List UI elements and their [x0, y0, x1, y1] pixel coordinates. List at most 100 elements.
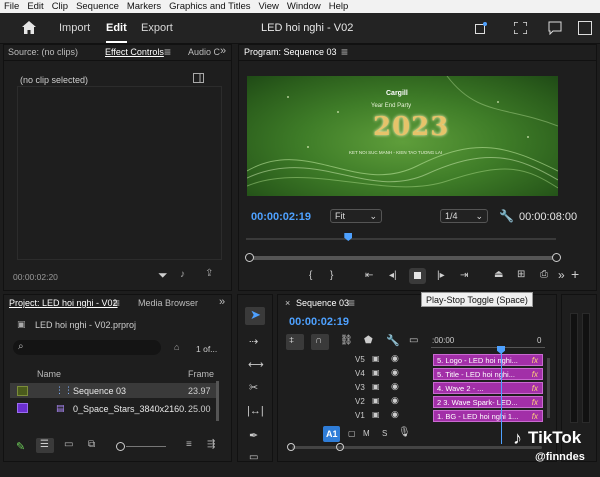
- timeline-clip[interactable]: 2 3. Wave Spark- LED... fx: [433, 396, 543, 408]
- account-icon[interactable]: [578, 21, 592, 35]
- sync-lock-icon[interactable]: ▣: [372, 382, 380, 391]
- project-item-name[interactable]: 0_Space_Stars_3840x2160.: [73, 404, 187, 414]
- mute-button[interactable]: M: [363, 429, 370, 438]
- ripple-edit-icon[interactable]: ⟷: [248, 358, 264, 371]
- column-frame[interactable]: Frame: [188, 369, 214, 379]
- tab-export[interactable]: Export: [141, 22, 173, 34]
- program-time-ruler[interactable]: [246, 238, 556, 240]
- tab-project[interactable]: Project: LED hoi nghi - V02: [9, 298, 118, 308]
- captions-icon[interactable]: ▭: [409, 335, 418, 346]
- vertical-scrollbar[interactable]: [547, 358, 550, 418]
- rectangle-icon[interactable]: ▭: [249, 452, 258, 463]
- more-tabs-icon[interactable]: »: [219, 296, 225, 308]
- program-timecode[interactable]: 00:00:02:19: [251, 211, 311, 223]
- eye-icon[interactable]: ◉: [391, 367, 399, 378]
- tab-edit[interactable]: Edit: [106, 22, 127, 43]
- step-forward-icon[interactable]: |▸: [437, 270, 445, 281]
- more-tabs-icon[interactable]: »: [220, 45, 226, 57]
- add-marker-icon[interactable]: ⬟: [364, 335, 373, 346]
- pencil-icon[interactable]: ✎: [16, 440, 25, 453]
- panel-toggle-icon[interactable]: [193, 73, 204, 83]
- freeform-view-icon[interactable]: ⧉: [88, 439, 95, 450]
- zoom-slider-handle[interactable]: [116, 442, 125, 451]
- zoom-slider[interactable]: [126, 446, 166, 447]
- audio-lock-icon[interactable]: ▢: [348, 429, 356, 438]
- panel-menu-icon[interactable]: ≡: [164, 45, 171, 59]
- track-label[interactable]: V3: [355, 383, 365, 392]
- quick-export-icon[interactable]: [475, 22, 487, 34]
- automate-icon[interactable]: ⇶: [207, 439, 215, 450]
- resolution-dropdown[interactable]: 1/4 ⌄: [440, 209, 488, 223]
- scroll-handle-right[interactable]: [552, 253, 561, 262]
- tab-media-browser[interactable]: Media Browser: [138, 298, 198, 308]
- razor-icon[interactable]: ✂: [249, 381, 258, 394]
- eye-icon[interactable]: ◉: [391, 395, 399, 406]
- track-label[interactable]: V2: [355, 397, 365, 406]
- menu-view[interactable]: View: [255, 1, 283, 12]
- tab-import[interactable]: Import: [59, 22, 90, 34]
- export-frame-icon[interactable]: ⎙: [540, 269, 548, 280]
- scroll-handle-left[interactable]: [287, 443, 295, 451]
- scroll-handle-left[interactable]: [245, 253, 254, 262]
- search-input[interactable]: ⌕: [13, 340, 161, 355]
- eye-icon[interactable]: ◉: [391, 409, 399, 420]
- go-to-out-icon[interactable]: ⇥: [460, 270, 468, 281]
- filter-icon[interactable]: ⏷: [158, 268, 168, 283]
- voiceover-mic-icon[interactable]: 🎙: [398, 427, 411, 438]
- timeline-clip[interactable]: 5. Logo - LED hoi nghi... fx: [433, 354, 543, 366]
- icon-view-icon[interactable]: ▭: [64, 439, 73, 450]
- mark-in-icon[interactable]: {: [309, 270, 312, 281]
- settings-wrench-icon[interactable]: 🔧: [499, 209, 514, 223]
- timeline-menu-icon[interactable]: ≡: [348, 296, 355, 310]
- zoom-scrollbar[interactable]: [248, 256, 556, 260]
- sync-lock-icon[interactable]: ▣: [372, 368, 380, 377]
- menu-help[interactable]: Help: [325, 1, 353, 12]
- tab-audio[interactable]: Audio C: [188, 47, 220, 57]
- extract-icon[interactable]: ⊞: [517, 269, 525, 280]
- timeline-clip[interactable]: 1. BG - LED hoi nghi 1... fx: [433, 410, 543, 422]
- fullscreen-icon[interactable]: [514, 22, 527, 34]
- tab-program[interactable]: Program: Sequence 03: [244, 47, 337, 57]
- step-back-icon[interactable]: ◂|: [389, 270, 397, 281]
- scroll-handle-right[interactable]: [336, 443, 344, 451]
- slip-icon[interactable]: |↔|: [247, 405, 264, 417]
- menu-sequence[interactable]: Sequence: [72, 1, 123, 12]
- new-bin-icon[interactable]: ⌂: [174, 342, 179, 352]
- eye-icon[interactable]: ◉: [391, 353, 399, 364]
- menu-graphics[interactable]: Graphics and Titles: [165, 1, 254, 12]
- tab-effect-controls[interactable]: Effect Controls: [105, 47, 164, 57]
- mark-out-icon[interactable]: }: [330, 270, 333, 281]
- feedback-icon[interactable]: [548, 21, 562, 35]
- button-editor-icon[interactable]: +: [571, 266, 579, 282]
- sync-lock-icon[interactable]: ▣: [372, 354, 380, 363]
- menu-file[interactable]: File: [0, 1, 23, 12]
- play-stop-button[interactable]: [409, 268, 426, 284]
- tab-source[interactable]: Source: (no clips): [8, 47, 78, 57]
- audio-only-icon[interactable]: ♪: [180, 269, 185, 280]
- eye-icon[interactable]: ◉: [391, 381, 399, 392]
- solo-button[interactable]: S: [382, 429, 387, 438]
- menu-edit[interactable]: Edit: [23, 1, 47, 12]
- go-to-in-icon[interactable]: ⇤: [365, 270, 373, 281]
- timeline-scrollbar[interactable]: [292, 446, 542, 449]
- menu-markers[interactable]: Markers: [123, 1, 165, 12]
- lift-icon[interactable]: ⏏: [494, 269, 503, 280]
- menu-window[interactable]: Window: [283, 1, 325, 12]
- linked-selection-icon[interactable]: ⛓: [340, 335, 353, 346]
- column-name[interactable]: Name: [37, 369, 61, 379]
- track-select-icon[interactable]: ⇢: [249, 335, 258, 348]
- sync-lock-icon[interactable]: ▣: [372, 396, 380, 405]
- sort-icon[interactable]: ≡: [186, 439, 192, 450]
- track-label[interactable]: V5: [355, 355, 365, 364]
- sync-lock-icon[interactable]: ▣: [372, 410, 380, 419]
- tab-sequence[interactable]: Sequence 03: [296, 298, 349, 308]
- timeline-clip[interactable]: 5. Title - LED hoi nghi... fx: [433, 368, 543, 380]
- project-menu-icon[interactable]: ≡: [113, 296, 120, 310]
- timeline-timecode[interactable]: 00:00:02:19: [289, 316, 349, 328]
- track-label[interactable]: V4: [355, 369, 365, 378]
- settings-wrench-icon[interactable]: 🔧: [386, 334, 400, 347]
- track-label[interactable]: V1: [355, 411, 365, 420]
- zoom-dropdown[interactable]: Fit ⌄: [330, 209, 382, 223]
- export-frame-icon[interactable]: ⇪: [205, 268, 213, 279]
- home-icon[interactable]: [22, 21, 36, 34]
